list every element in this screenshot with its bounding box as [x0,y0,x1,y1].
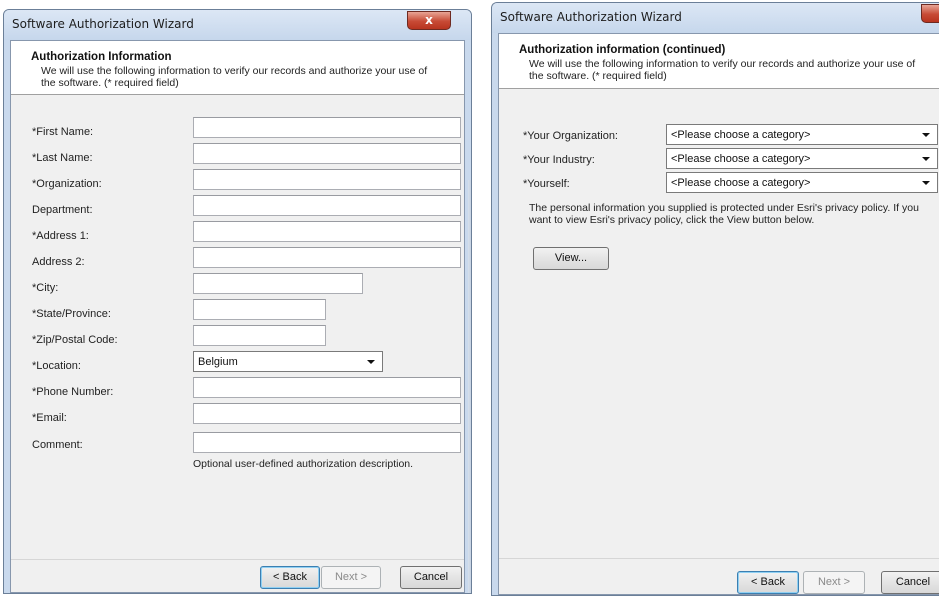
view-privacy-button[interactable]: View... [533,247,609,270]
comment-input[interactable] [193,432,461,453]
email-label: *Email: [32,412,67,424]
footer-divider [11,559,464,560]
email-input[interactable] [193,403,461,424]
window-frame-edge [468,180,471,593]
state-input[interactable] [193,299,326,320]
window-title: Software Authorization Wizard [12,17,194,31]
first-name-label: *First Name: [32,126,94,138]
your-organization-select[interactable]: <Please choose a category> [666,124,938,145]
page-title: Authorization information (continued) [519,44,726,56]
city-input[interactable] [193,273,363,294]
window-title: Software Authorization Wizard [500,10,682,24]
organization-input[interactable] [193,169,461,190]
close-icon[interactable]: x [407,11,451,30]
comment-hint: Optional user-defined authorization desc… [193,458,414,470]
zip-label: *Zip/Postal Code: [32,334,118,346]
last-name-input[interactable] [193,143,461,164]
location-value: Belgium [198,356,238,368]
back-button[interactable]: < Back [737,571,799,594]
zip-input[interactable] [193,325,326,346]
page-description: We will use the following information to… [529,58,916,82]
page-description: We will use the following information to… [41,65,428,89]
state-label: *State/Province: [32,308,111,320]
footer-divider [499,558,939,559]
your-organization-label: *Your Organization: [523,130,618,142]
back-button[interactable]: < Back [260,566,320,589]
department-input[interactable] [193,195,461,216]
page-title: Authorization Information [31,51,172,63]
wizard-header: Authorization Information We will use th… [11,41,464,95]
authorization-wizard-window-continued: Software Authorization Wizard x Authoriz… [491,2,939,596]
wizard-client-area: Authorization information (continued) We… [498,33,939,595]
yourself-select[interactable]: <Please choose a category> [666,172,938,193]
chevron-down-icon [922,157,930,161]
chevron-down-icon [922,181,930,185]
your-industry-label: *Your Industry: [523,154,595,166]
next-button[interactable]: Next > [321,566,381,589]
organization-label: *Organization: [32,178,102,190]
comment-label: Comment: [32,439,83,451]
yourself-value: <Please choose a category> [671,177,811,189]
yourself-label: *Yourself: [523,178,570,190]
address2-input[interactable] [193,247,461,268]
your-industry-select[interactable]: <Please choose a category> [666,148,938,169]
authorization-wizard-window: Software Authorization Wizard x Authoriz… [3,9,472,594]
wizard-client-area: Authorization Information We will use th… [10,40,465,593]
city-label: *City: [32,282,59,294]
phone-input[interactable] [193,377,461,398]
cancel-button[interactable]: Cancel [881,571,939,594]
title-bar[interactable]: Software Authorization Wizard x [492,3,939,33]
your-industry-value: <Please choose a category> [671,153,811,165]
address2-label: Address 2: [32,256,85,268]
phone-label: *Phone Number: [32,386,114,398]
location-label: *Location: [32,360,81,372]
department-label: Department: [32,204,93,216]
chevron-down-icon [922,133,930,137]
last-name-label: *Last Name: [32,152,93,164]
location-select[interactable]: Belgium [193,351,383,372]
next-button[interactable]: Next > [803,571,865,594]
close-icon[interactable]: x [921,4,939,23]
wizard-header: Authorization information (continued) We… [499,34,939,89]
first-name-input[interactable] [193,117,461,138]
address1-label: *Address 1: [32,230,89,242]
title-bar[interactable]: Software Authorization Wizard x [4,10,471,40]
cancel-button[interactable]: Cancel [400,566,462,589]
address1-input[interactable] [193,221,461,242]
chevron-down-icon [367,360,375,364]
privacy-notice: The personal information you supplied is… [529,202,919,226]
your-organization-value: <Please choose a category> [671,129,811,141]
